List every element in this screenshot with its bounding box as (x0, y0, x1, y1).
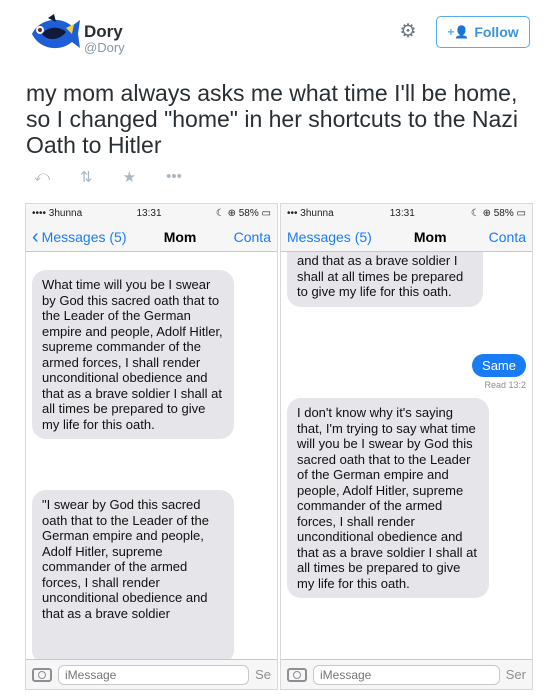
received-bubble: I don't know why it's saying that, I'm t… (287, 398, 489, 598)
received-bubble: What time will you be I swear by God thi… (32, 270, 234, 439)
status-bar: •••• 3hunna 13:31 ☾ ⊕ 58% ▭ (26, 204, 277, 222)
contact-button[interactable]: Conta (489, 229, 526, 245)
conversation-title: Mom (163, 228, 197, 245)
more-icon[interactable]: ••• (166, 168, 182, 186)
follow-button[interactable]: +👤 Follow (436, 16, 530, 48)
reply-icon[interactable]: ⤺ (34, 168, 50, 186)
screenshot-right: ••• 3hunna 13:31 ☾ ⊕ 58% ▭ Messages (5) … (280, 203, 533, 690)
camera-icon[interactable] (32, 667, 52, 682)
received-bubble: "I swear by God this sacred oath that to… (32, 490, 234, 662)
messages-navbar: ‹ Messages (5) Mom Conta (26, 222, 277, 252)
tweet-text: my mom always asks me what time I'll be … (26, 80, 518, 158)
gear-icon[interactable]: ⚙ (398, 22, 418, 42)
fish-avatar-icon (32, 14, 80, 49)
clock: 13:31 (136, 207, 162, 219)
carrier: ••• 3hunna (287, 207, 334, 219)
send-button[interactable]: Se (255, 667, 271, 682)
send-button[interactable]: Ser (506, 667, 526, 682)
user-handle[interactable]: @Dory (84, 40, 125, 55)
chevron-left-icon: ‹ (32, 225, 39, 248)
status-bar: ••• 3hunna 13:31 ☾ ⊕ 58% ▭ (281, 204, 532, 222)
received-bubble: and that as a brave soldier I shall at a… (287, 252, 483, 307)
clock: 13:31 (389, 207, 415, 219)
follow-label: Follow (474, 24, 519, 40)
back-button[interactable]: Messages (5) (287, 229, 372, 245)
message-input-bar: Se (26, 659, 277, 689)
sent-bubble: Same (472, 354, 526, 377)
battery: ☾ ⊕ 58% ▭ (215, 207, 271, 219)
carrier: •••• 3hunna (32, 207, 83, 219)
conversation-title: Mom (413, 228, 447, 245)
user-name[interactable]: Dory (84, 22, 123, 42)
battery: ☾ ⊕ 58% ▭ (470, 207, 526, 219)
avatar[interactable] (26, 14, 82, 54)
message-input-bar: Ser (281, 659, 532, 689)
messages-navbar: Messages (5) Mom Conta (281, 222, 532, 252)
contact-button[interactable]: Conta (234, 229, 271, 245)
message-input[interactable] (58, 664, 250, 685)
conversation[interactable]: and that as a brave soldier I shall at a… (281, 252, 532, 662)
retweet-icon[interactable]: ⇅ (80, 168, 93, 186)
star-icon[interactable]: ★ (123, 168, 136, 186)
message-input[interactable] (313, 664, 500, 685)
back-button[interactable]: ‹ Messages (5) (32, 225, 126, 248)
camera-icon[interactable] (287, 667, 307, 682)
read-receipt: Read 13:2 (484, 380, 526, 390)
conversation[interactable]: What time will you be I swear by God thi… (26, 252, 277, 662)
screenshot-left: •••• 3hunna 13:31 ☾ ⊕ 58% ▭ ‹ Messages (… (25, 203, 278, 690)
add-user-icon: +👤 (447, 25, 470, 39)
tweet-actions: ⤺ ⇅ ★ ••• (34, 168, 182, 186)
